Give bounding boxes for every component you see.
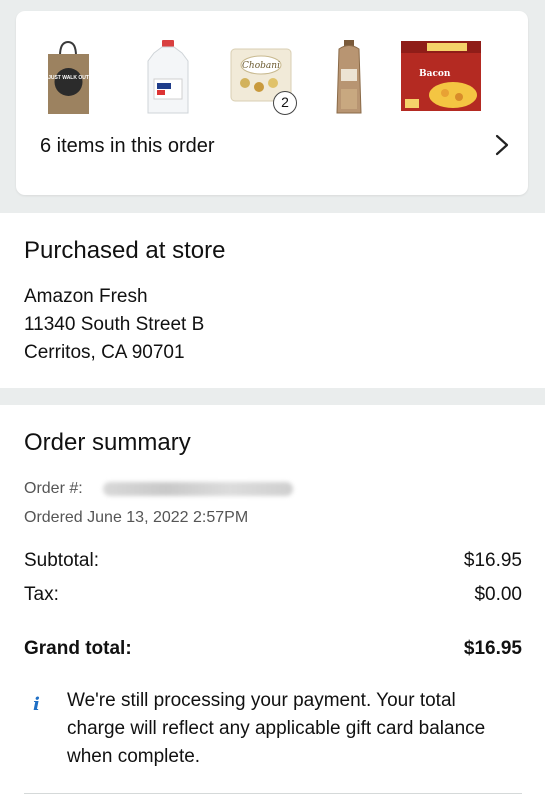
section-divider: [0, 388, 545, 405]
chobani-label-text: Chobani: [242, 61, 280, 71]
store-name: Amazon Fresh: [24, 286, 148, 307]
milk-gallon-thumbnail: [147, 40, 189, 114]
order-summary-section: Order summary Order #: Ordered June 13, …: [0, 405, 545, 800]
just-walk-out-bag-thumbnail: JUST WALK OUT: [48, 40, 89, 114]
order-number-redacted: [103, 482, 293, 496]
bag-label-text: JUST WALK OUT: [48, 75, 89, 81]
subtotal-label: Subtotal:: [24, 550, 99, 571]
store-section-title: Purchased at store: [24, 237, 226, 264]
quantity-badge: 2: [273, 91, 297, 115]
tax-value: $0.00: [474, 584, 522, 605]
bottom-divider: [24, 793, 522, 794]
chevron-right-icon[interactable]: [493, 133, 511, 157]
payment-processing-message: We're still processing your payment. You…: [67, 690, 486, 767]
info-icon: i: [33, 694, 40, 715]
bowl-label-text: Bacon: [419, 69, 451, 79]
bread-loaf-thumbnail: [336, 40, 362, 114]
grand-total-label: Grand total:: [24, 638, 132, 659]
items-count-label[interactable]: 6 items in this order: [40, 135, 215, 158]
ordered-date: Ordered June 13, 2022 2:57PM: [24, 509, 249, 526]
store-address-line2: Cerritos, CA 90701: [24, 342, 185, 363]
store-address-line1: 11340 South Street B: [24, 314, 205, 335]
store-section: Purchased at store Amazon Fresh 11340 So…: [0, 213, 545, 388]
order-number-label: Order #:: [24, 480, 83, 497]
grand-total-value: $16.95: [463, 638, 522, 659]
jimmy-dean-bowl-thumbnail: Bacon: [401, 41, 481, 111]
subtotal-value: $16.95: [463, 550, 522, 571]
order-items-card[interactable]: JUST WALK OUT Chobani 2 Bacon 6 items in…: [16, 11, 528, 195]
tax-label: Tax:: [24, 584, 59, 605]
order-summary-title: Order summary: [24, 429, 191, 456]
